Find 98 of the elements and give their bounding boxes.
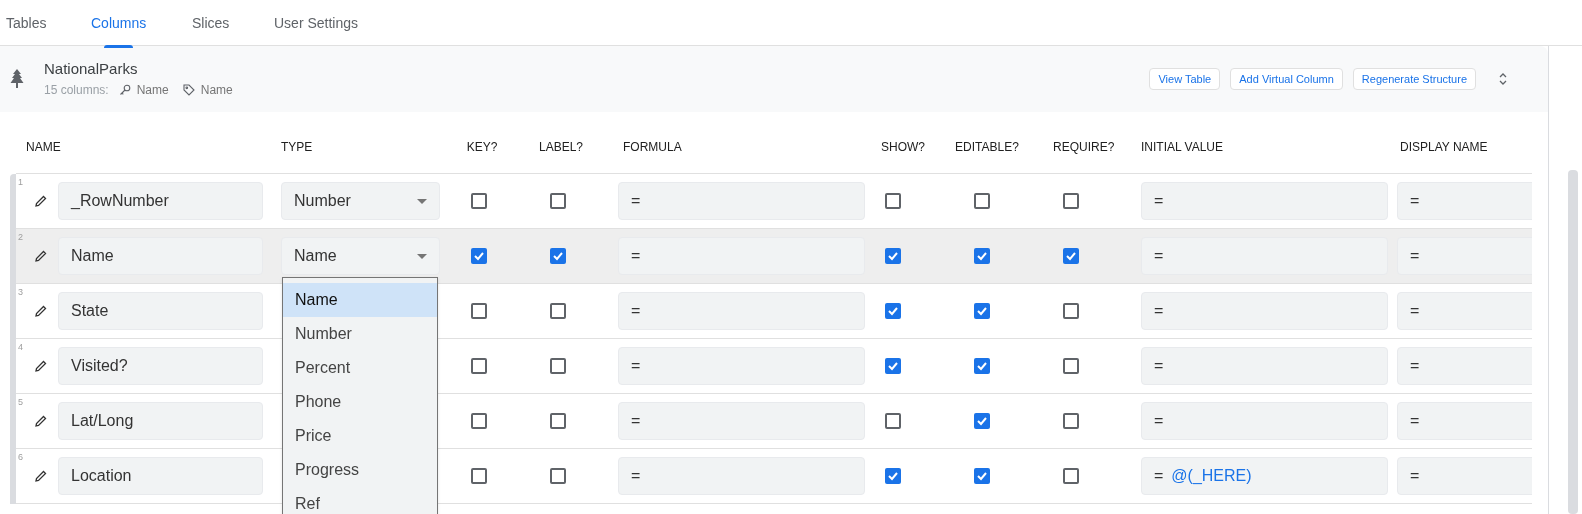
checkbox[interactable] [550, 413, 566, 429]
display-name-field[interactable]: = [1397, 402, 1532, 440]
checkbox[interactable] [885, 303, 901, 319]
name-field[interactable]: Visited? [58, 347, 263, 385]
column-header: FORMULA [623, 139, 682, 154]
initial-value-field[interactable]: = [1141, 182, 1388, 220]
checkbox[interactable] [1063, 193, 1079, 209]
display-name-field[interactable]: = [1397, 292, 1532, 330]
checkbox[interactable] [974, 413, 990, 429]
checkbox[interactable] [471, 358, 487, 374]
checkbox[interactable] [1063, 358, 1079, 374]
checkbox[interactable] [974, 248, 990, 264]
pencil-icon[interactable] [35, 250, 47, 262]
column-header: SHOW? [881, 139, 925, 154]
checkbox[interactable] [974, 358, 990, 374]
row-number: 2 [18, 231, 23, 244]
checkbox[interactable] [1063, 413, 1079, 429]
column-header: KEY? [466, 139, 498, 154]
row-number: 6 [18, 451, 23, 464]
column-header: LABEL? [538, 139, 583, 154]
checkbox[interactable] [471, 303, 487, 319]
checkbox[interactable] [974, 193, 990, 209]
key-column: Name [136, 80, 169, 99]
tab[interactable]: User Settings [274, 0, 394, 45]
menu-item[interactable]: Name [283, 283, 437, 317]
checkbox[interactable] [550, 303, 566, 319]
type-dropdown[interactable]: Name [281, 237, 440, 275]
display-name-field[interactable]: = [1397, 182, 1532, 220]
table-title: NationalParks [44, 59, 139, 78]
header-button[interactable]: Regenerate Structure [1352, 68, 1476, 90]
formula-field[interactable]: = [618, 347, 865, 385]
tab[interactable]: Tables [6, 0, 91, 45]
formula-field[interactable]: = [618, 182, 865, 220]
pencil-icon[interactable] [35, 360, 47, 372]
column-header: NAME [26, 139, 61, 154]
checkbox[interactable] [885, 193, 901, 209]
initial-value-field[interactable]: = [1141, 402, 1388, 440]
initial-value-field[interactable]: = [1141, 292, 1388, 330]
checkbox[interactable] [471, 248, 487, 264]
display-name-field[interactable]: = [1397, 347, 1532, 385]
formula-field[interactable]: = [618, 457, 865, 495]
row-number: 3 [18, 286, 23, 299]
name-field[interactable]: Name [58, 237, 263, 275]
column-header: INITIAL VALUE [1141, 139, 1224, 154]
header-button[interactable]: View Table [1149, 68, 1221, 90]
tree-icon [10, 69, 24, 89]
display-name-field[interactable]: = [1397, 237, 1532, 275]
key-icon [118, 83, 131, 96]
initial-value-field[interactable]: = [1141, 347, 1388, 385]
column-header: DISPLAY NAME [1400, 139, 1488, 154]
scrollbar[interactable] [1568, 170, 1578, 514]
tab[interactable]: Slices [192, 0, 274, 45]
checkbox[interactable] [885, 413, 901, 429]
row-number: 1 [18, 176, 23, 189]
name-field[interactable]: State [58, 292, 263, 330]
expand-collapse-icon[interactable] [1498, 72, 1508, 86]
checkbox[interactable] [550, 193, 566, 209]
header-button[interactable]: Add Virtual Column [1230, 68, 1343, 90]
initial-value-field[interactable]: = [1141, 237, 1388, 275]
menu-item[interactable]: Progress [283, 453, 437, 487]
checkbox[interactable] [550, 358, 566, 374]
checkbox[interactable] [550, 468, 566, 484]
column-header: TYPE [281, 139, 313, 154]
initial-value-field[interactable]: = @(_HERE) [1141, 457, 1388, 495]
formula-field[interactable]: = [618, 237, 865, 275]
checkbox[interactable] [974, 303, 990, 319]
pencil-icon[interactable] [35, 415, 47, 427]
name-field[interactable]: Lat/Long [58, 402, 263, 440]
row-number: 4 [18, 341, 23, 354]
checkbox[interactable] [1063, 248, 1079, 264]
checkbox[interactable] [974, 468, 990, 484]
caret-icon [417, 253, 427, 259]
checkbox[interactable] [550, 248, 566, 264]
pencil-icon[interactable] [35, 195, 47, 207]
column-header: EDITABLE? [955, 139, 1019, 154]
row-number: 5 [18, 396, 23, 409]
label-column: Name [200, 80, 233, 99]
name-field[interactable]: _RowNumber [58, 182, 263, 220]
checkbox[interactable] [885, 248, 901, 264]
column-header: REQUIRE? [1053, 139, 1115, 154]
checkbox[interactable] [885, 468, 901, 484]
display-name-field[interactable]: = [1397, 457, 1532, 495]
checkbox[interactable] [471, 468, 487, 484]
formula-field[interactable]: = [618, 402, 865, 440]
column-count: 15 columns: [44, 81, 109, 99]
checkbox[interactable] [471, 193, 487, 209]
checkbox[interactable] [1063, 303, 1079, 319]
type-dropdown[interactable]: Number [281, 182, 440, 220]
caret-icon [417, 198, 427, 204]
pencil-icon[interactable] [35, 470, 47, 482]
checkbox[interactable] [471, 413, 487, 429]
name-field[interactable]: Location [58, 457, 263, 495]
checkbox[interactable] [1063, 468, 1079, 484]
pencil-icon[interactable] [35, 305, 47, 317]
tag-icon [182, 83, 195, 96]
menu-item[interactable]: Percent [283, 351, 437, 385]
checkbox[interactable] [885, 358, 901, 374]
formula-field[interactable]: = [618, 292, 865, 330]
